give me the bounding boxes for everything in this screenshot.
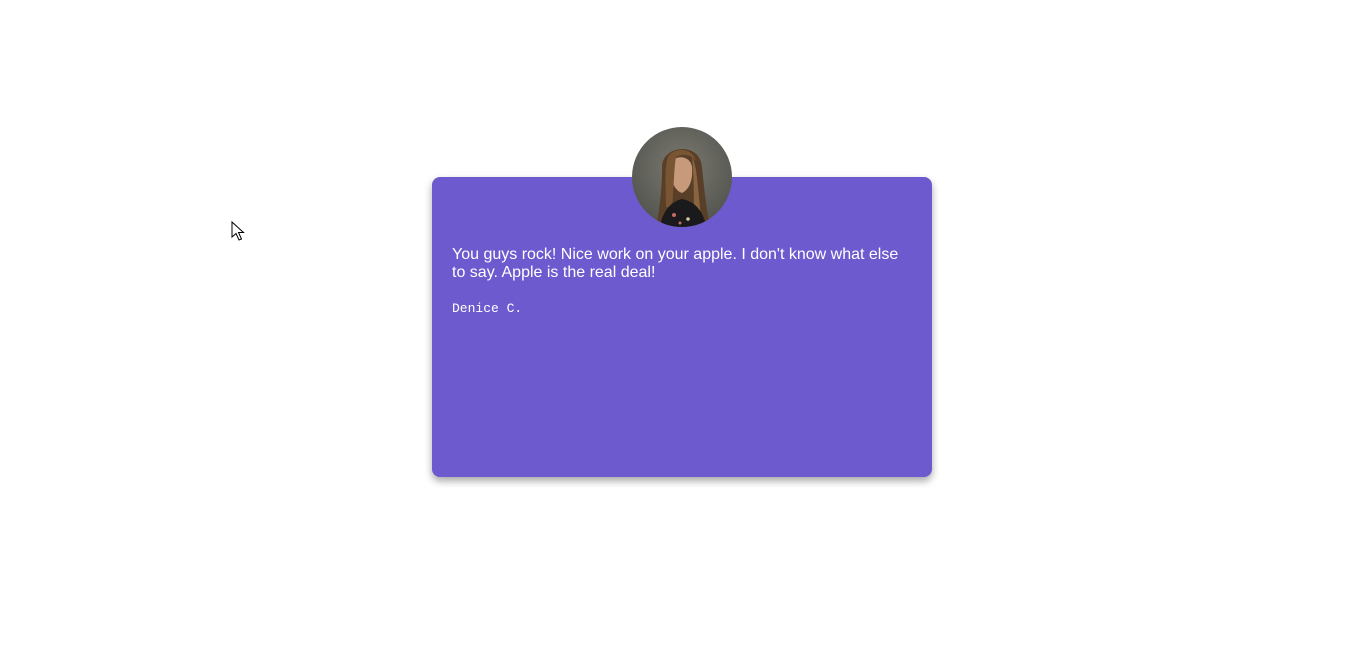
page: You guys rock! Nice work on your apple. …: [0, 0, 1360, 655]
testimonial-quote: You guys rock! Nice work on your apple. …: [452, 246, 899, 281]
avatar: [632, 127, 732, 227]
testimonial-author: Denice C.: [452, 301, 523, 316]
person-photo-icon: [632, 127, 732, 227]
mouse-pointer-icon: [231, 221, 245, 241]
